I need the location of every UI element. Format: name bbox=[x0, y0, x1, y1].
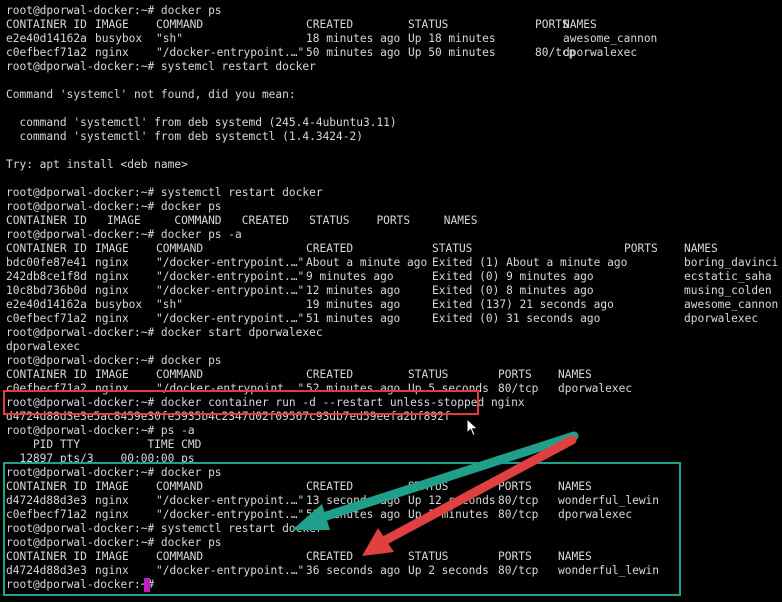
mouse-pointer-icon bbox=[466, 418, 479, 437]
annotation-arrows bbox=[292, 431, 579, 556]
